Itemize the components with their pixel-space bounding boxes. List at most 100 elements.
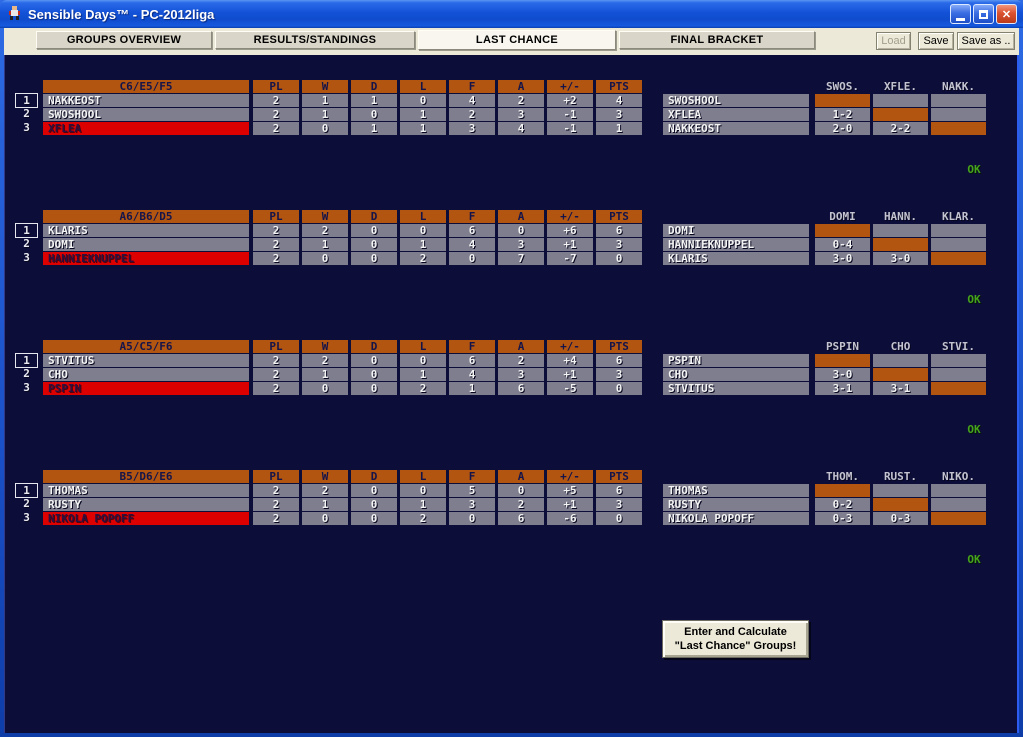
cross-diagonal-cell	[931, 122, 986, 135]
stat-cell: 2	[253, 122, 299, 135]
cross-diagonal-cell	[873, 498, 928, 511]
cross-col-header: PSPIN	[815, 340, 870, 353]
team-name-cell[interactable]: PSPIN	[43, 382, 249, 395]
cross-empty-cell[interactable]	[931, 108, 986, 121]
team-name-cell[interactable]: RUSTY	[43, 498, 249, 511]
position-cell: 2	[15, 367, 38, 382]
stat-cell: 0	[351, 238, 397, 251]
cross-team-name-cell: CHO	[663, 368, 809, 381]
close-button[interactable]: ✕	[996, 4, 1017, 24]
cross-empty-cell[interactable]	[931, 238, 986, 251]
col-header-: +/-	[547, 210, 593, 223]
stat-cell: +6	[547, 224, 593, 237]
cross-empty-cell[interactable]	[931, 498, 986, 511]
team-name-cell[interactable]: NIKOLA POPOFF	[43, 512, 249, 525]
cross-score-cell[interactable]: 2-2	[873, 122, 928, 135]
team-name-cell[interactable]: SWOSHOOL	[43, 108, 249, 121]
minimize-button[interactable]	[950, 4, 971, 24]
stat-cell: 0	[596, 252, 642, 265]
cross-score-cell[interactable]: 3-0	[815, 252, 870, 265]
team-name-cell[interactable]: KLARIS	[43, 224, 249, 237]
stat-cell: 3	[596, 368, 642, 381]
cross-score-cell[interactable]: 0-3	[815, 512, 870, 525]
team-name-cell[interactable]: CHO	[43, 368, 249, 381]
app-icon	[6, 4, 23, 25]
col-header-W: W	[302, 210, 348, 223]
col-header-PTS: PTS	[596, 470, 642, 483]
cross-score-cell[interactable]: 3-0	[873, 252, 928, 265]
stat-cell: 1	[400, 238, 446, 251]
cross-team-name-cell: NIKOLA POPOFF	[663, 512, 809, 525]
cross-empty-cell[interactable]	[931, 484, 986, 497]
cross-score-cell[interactable]: 0-3	[873, 512, 928, 525]
col-header-PL: PL	[253, 80, 299, 93]
group-ok-status: OK	[959, 553, 989, 566]
cross-empty-cell[interactable]	[873, 224, 928, 237]
cross-empty-cell[interactable]	[931, 368, 986, 381]
team-name-cell[interactable]: STVITUS	[43, 354, 249, 367]
stat-cell: 0	[596, 382, 642, 395]
stat-cell: 1	[302, 498, 348, 511]
cross-diagonal-cell	[815, 354, 870, 367]
cross-empty-cell[interactable]	[931, 94, 986, 107]
col-header-W: W	[302, 80, 348, 93]
cross-score-cell[interactable]: 3-1	[873, 382, 928, 395]
stat-cell: 0	[302, 252, 348, 265]
save-as-button[interactable]: Save as ..	[957, 32, 1015, 50]
stat-cell: 3	[498, 108, 544, 121]
team-name-cell[interactable]: THOMAS	[43, 484, 249, 497]
cross-diagonal-cell	[815, 94, 870, 107]
stat-cell: 2	[253, 94, 299, 107]
cross-empty-cell[interactable]	[931, 354, 986, 367]
cross-empty-cell[interactable]	[873, 94, 928, 107]
cross-score-cell[interactable]: 3-1	[815, 382, 870, 395]
stat-cell: 3	[596, 238, 642, 251]
position-cell: 3	[15, 511, 38, 526]
tab-final-bracket[interactable]: FINAL BRACKET	[619, 31, 815, 49]
team-name-cell[interactable]: DOMI	[43, 238, 249, 251]
load-button[interactable]: Load	[876, 32, 911, 50]
col-header-F: F	[449, 80, 495, 93]
cross-team-name-cell: SWOSHOOL	[663, 94, 809, 107]
stat-cell: 2	[253, 498, 299, 511]
stat-cell: 0	[498, 484, 544, 497]
calc-last-chance-button[interactable]: Enter and Calculate "Last Chance" Groups…	[662, 620, 809, 658]
cross-score-cell[interactable]: 0-2	[815, 498, 870, 511]
stat-cell: 4	[596, 94, 642, 107]
position-cell: 1	[15, 353, 38, 368]
team-name-cell[interactable]: NAKKEOST	[43, 94, 249, 107]
stat-cell: 0	[351, 484, 397, 497]
col-header-D: D	[351, 80, 397, 93]
cross-empty-cell[interactable]	[931, 224, 986, 237]
stat-cell: +2	[547, 94, 593, 107]
cross-empty-cell[interactable]	[873, 354, 928, 367]
stat-cell: 2	[498, 94, 544, 107]
stat-cell: 2	[253, 382, 299, 395]
calc-button-line1: Enter and Calculate	[684, 625, 787, 639]
stat-cell: 2	[400, 382, 446, 395]
tab-groups-overview[interactable]: GROUPS OVERVIEW	[36, 31, 212, 49]
content-area: C6/E5/F5PLWDLFA+/-PTS1NAKKEOST211042+242…	[4, 55, 1019, 733]
cross-col-header: CHO	[873, 340, 928, 353]
save-button[interactable]: Save	[918, 32, 954, 50]
stat-cell: 0	[351, 382, 397, 395]
team-name-cell[interactable]: XFLEA	[43, 122, 249, 135]
tab-results-standings[interactable]: RESULTS/STANDINGS	[215, 31, 415, 49]
close-icon: ✕	[1002, 8, 1011, 21]
cross-diagonal-cell	[873, 238, 928, 251]
cross-team-name-cell: THOMAS	[663, 484, 809, 497]
cross-score-cell[interactable]: 2-0	[815, 122, 870, 135]
cross-empty-cell[interactable]	[873, 484, 928, 497]
team-name-cell[interactable]: HANNIEKNUPPEL	[43, 252, 249, 265]
cross-team-name-cell: PSPIN	[663, 354, 809, 367]
col-header-F: F	[449, 340, 495, 353]
cross-col-header: HANN.	[873, 210, 928, 223]
tab-last-chance[interactable]: LAST CHANCE	[418, 30, 616, 50]
stat-cell: 2	[253, 108, 299, 121]
col-header-PL: PL	[253, 340, 299, 353]
cross-score-cell[interactable]: 0-4	[815, 238, 870, 251]
maximize-button[interactable]	[973, 4, 994, 24]
cross-score-cell[interactable]: 1-2	[815, 108, 870, 121]
cross-score-cell[interactable]: 3-0	[815, 368, 870, 381]
group-ok-status: OK	[959, 163, 989, 176]
